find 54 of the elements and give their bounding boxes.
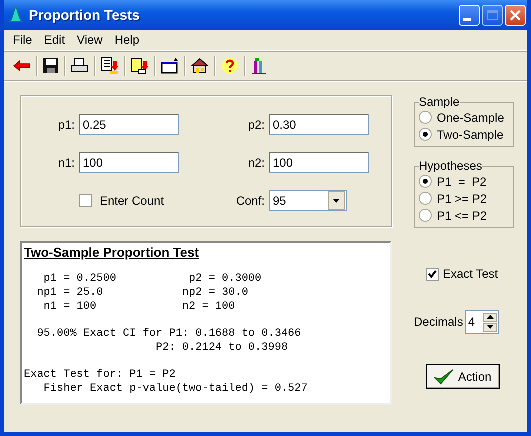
group-title: Sample [419, 95, 460, 109]
bell-curve-icon [8, 7, 24, 23]
close-icon [510, 10, 521, 20]
input-field[interactable]: 0.25 [79, 114, 179, 135]
menu-item[interactable]: File [7, 33, 38, 47]
minimize-icon [463, 18, 471, 20]
radio-option[interactable]: P1 >= P2 [419, 190, 509, 207]
window-icon[interactable] [161, 58, 179, 74]
back-arrow-icon[interactable] [13, 60, 31, 72]
input-field[interactable]: 100 [79, 152, 179, 173]
group-title: Hypotheses [419, 159, 482, 173]
input-field[interactable]: 100 [269, 152, 369, 173]
menu-item[interactable]: Edit [38, 33, 72, 47]
action-button[interactable]: Action [426, 364, 500, 389]
home-icon[interactable] [191, 58, 209, 74]
field-label: p2: [247, 118, 265, 132]
decimals-label: Decimals [414, 315, 464, 329]
radio-option[interactable]: P1 = P2 [419, 173, 509, 190]
save-icon[interactable] [43, 58, 59, 74]
menu-item[interactable]: Help [108, 33, 146, 47]
report-line: 95.00% Exact CI for P1: 0.1688 to 0.3466 [36, 327, 302, 341]
radio-option[interactable]: One-Sample [419, 109, 509, 126]
print-icon[interactable] [71, 58, 89, 74]
exact-test-checkbox[interactable]: Exact Test [426, 267, 514, 281]
spin-down-icon[interactable] [483, 322, 498, 332]
close-button[interactable] [505, 4, 526, 26]
radio-option[interactable]: Two-Sample [419, 126, 509, 143]
field-label: p1: [57, 118, 75, 132]
report-title: Two-Sample Proportion Test [24, 245, 200, 260]
checkmark-icon [434, 368, 454, 386]
field-label: n1: [57, 156, 75, 170]
window-title: Proportion Tests [29, 7, 141, 23]
field-label: n2: [247, 156, 265, 170]
decimals-spinner[interactable]: 4 [465, 310, 500, 334]
report-line: n1 = 100 n2 = 100 [42, 300, 236, 314]
maximize-icon [487, 10, 498, 20]
report-line: Fisher Exact p-value(two-tailed) = 0.527 [42, 382, 309, 396]
report-line: Exact Test for: P1 = P2 [24, 368, 177, 382]
report-line: np1 = 25.0 np2 = 30.0 [36, 286, 250, 300]
report-line: P2: 0.2124 to 0.3998 [155, 341, 290, 355]
report-line: p1 = 0.2500 p2 = 0.3000 [42, 272, 263, 286]
input-field[interactable]: 0.30 [269, 114, 369, 135]
minimize-button[interactable] [459, 4, 480, 26]
dropdown-caret-icon[interactable] [328, 191, 345, 210]
help-icon[interactable] [221, 57, 239, 75]
menu-item[interactable]: View [71, 33, 109, 47]
enter-count-checkbox[interactable]: Enter Count [79, 194, 179, 208]
conf-dropdown[interactable]: 95 [269, 190, 347, 211]
field-label: Conf: [235, 194, 265, 208]
clipboard-export-icon[interactable] [131, 57, 149, 75]
document-export-icon[interactable] [101, 57, 119, 75]
spin-up-icon[interactable] [483, 312, 498, 322]
radio-option[interactable]: P1 <= P2 [419, 207, 509, 224]
maximize-button[interactable] [482, 4, 503, 26]
